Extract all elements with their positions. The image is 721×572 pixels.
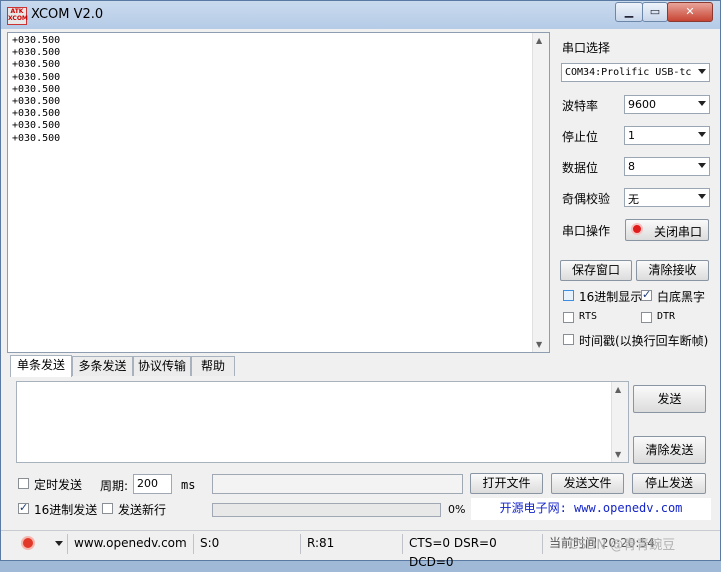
clear-receive-button[interactable]: 清除接收 [636,260,709,281]
receive-line: +030.500 [12,71,61,83]
promo-text: 开源电子网: www.openedv.com [471,498,711,520]
receive-line: +030.500 [12,132,61,144]
window-title: XCOM V2.0 [31,7,104,22]
save-window-button[interactable]: 保存窗口 [560,260,632,281]
close-port-label: 关闭串口 [654,225,703,239]
timestamp-label: 时间戳(以换行回车断帧) [579,334,709,348]
receive-line: +030.500 [12,120,61,132]
period-label: 周期: [100,479,129,493]
app-icon: ATK XCOM [7,7,28,25]
receive-line: +030.500 [12,108,61,120]
port-select-label: 串口选择 [562,41,611,55]
stop-bits-value: 1 [628,129,635,142]
receive-line: +030.500 [12,47,61,59]
send-scrollbar[interactable]: ▲ ▼ [611,382,628,462]
rts-label: RTS [579,311,598,322]
tab-protocol[interactable]: 协议传输 [133,356,191,376]
minimize-button[interactable]: ▁ [615,2,643,22]
timed-send-checkbox[interactable] [18,478,29,489]
timed-send-label: 定时发送 [34,478,83,492]
send-progress-bar [212,503,441,517]
close-port-button[interactable]: 关闭串口 [625,219,709,241]
baud-value: 9600 [628,98,656,111]
newline-checkbox[interactable] [102,503,113,514]
receive-line: +030.500 [12,96,61,108]
file-path-input[interactable] [212,474,463,494]
stop-bits-select[interactable]: 1 [624,126,710,145]
scroll-up-icon[interactable]: ▲ [615,385,621,394]
period-input[interactable]: 200 [133,474,172,494]
status-url[interactable]: www.openedv.com [67,534,193,554]
tab-single-send[interactable]: 单条发送 [10,355,72,377]
chevron-down-icon [698,69,706,74]
newline-label: 发送新行 [118,503,167,517]
close-window-button[interactable]: ✕ [667,2,713,22]
receive-scrollbar[interactable]: ▲ ▼ [532,33,549,352]
chevron-down-icon [698,101,706,106]
parity-select[interactable]: 无 [624,188,710,207]
menu-dropdown-icon[interactable] [55,541,63,546]
open-file-button[interactable]: 打开文件 [470,473,543,494]
stop-send-button[interactable]: 停止发送 [632,473,706,494]
status-lines: CTS=0 DSR=0 DCD=0 [402,534,542,569]
settings-gear-icon[interactable] [21,536,35,550]
scroll-up-icon[interactable]: ▲ [536,36,542,45]
hex-display-label: 16进制显示 [579,290,643,304]
xcom-window: ATK XCOM XCOM V2.0 ▁ ▭ ✕ +030.500 +030.500… [0,0,721,569]
scroll-down-icon[interactable]: ▼ [536,340,542,349]
dtr-checkbox[interactable] [641,312,652,323]
chevron-down-icon [698,194,706,199]
rts-checkbox[interactable] [563,312,574,323]
data-bits-label: 数据位 [562,161,599,175]
tab-multi-send[interactable]: 多条发送 [72,356,133,376]
parity-value: 无 [628,193,639,206]
stop-bits-label: 停止位 [562,130,599,144]
timestamp-checkbox[interactable] [563,334,574,345]
dtr-label: DTR [657,311,676,322]
clear-send-button[interactable]: 清除发送 [633,436,706,464]
chevron-down-icon [698,163,706,168]
hex-display-checkbox[interactable] [563,290,574,301]
parity-label: 奇偶校验 [562,192,611,206]
hex-send-label: 16进制发送 [34,503,98,517]
baud-select[interactable]: 9600 [624,95,710,114]
watermark: CSDN @青青豌豆 [569,538,676,553]
icon-text-bottom: XCOM [8,15,28,22]
send-file-button[interactable]: 发送文件 [551,473,624,494]
icon-text-top: ATK [10,8,24,15]
receive-line: +030.500 [12,35,61,46]
hex-send-checkbox[interactable] [18,501,29,514]
receive-area[interactable]: +030.500 +030.500 +030.500 +030.500 +030.500… [7,32,550,353]
receive-text: +030.500 +030.500 +030.500 +030.500 +030.500… [12,35,60,145]
white-black-checkbox[interactable] [641,288,652,301]
data-bits-select[interactable]: 8 [624,157,710,176]
maximize-button[interactable]: ▭ [642,2,668,22]
data-bits-value: 8 [628,160,635,173]
maximize-icon: ▭ [649,5,661,18]
close-icon: ✕ [685,5,695,18]
port-select[interactable]: COM34:Prolific USB-tc [561,63,710,82]
chevron-down-icon [698,132,706,137]
port-op-label: 串口操作 [562,224,611,238]
title-bar[interactable]: ATK XCOM XCOM V2.0 ▁ ▭ ✕ [1,1,720,29]
receive-line: +030.500 [12,59,61,71]
port-status-icon [631,223,643,235]
status-sent-count: S:0 [193,534,300,554]
white-black-label: 白底黑字 [657,290,706,304]
receive-line: +030.500 [12,83,61,95]
send-input[interactable]: ▲ ▼ [16,381,629,463]
period-unit: ms [181,478,196,492]
scroll-down-icon[interactable]: ▼ [615,450,621,459]
send-progress-text: 0% [448,503,466,516]
baud-label: 波特率 [562,99,599,113]
port-select-value: COM34:Prolific USB-tc [565,67,692,78]
tab-help[interactable]: 帮助 [191,356,235,376]
minimize-icon: ▁ [624,5,634,18]
send-button[interactable]: 发送 [633,385,706,413]
status-received-count: R:81 [300,534,402,554]
